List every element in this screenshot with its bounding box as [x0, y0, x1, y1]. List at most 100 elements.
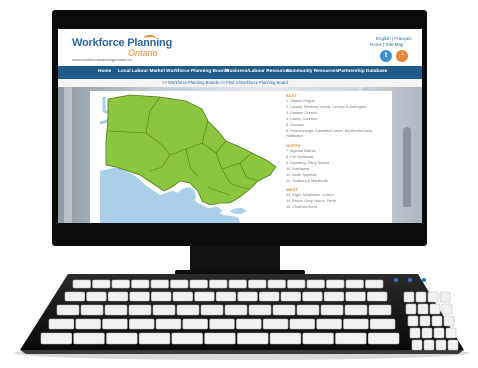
nav-item-community-resources[interactable]: Community Resources	[286, 69, 338, 74]
numpad-key[interactable]	[411, 339, 423, 351]
numpad-key[interactable]	[441, 303, 453, 315]
keyboard-key[interactable]	[182, 318, 208, 330]
board-link[interactable]: 8. Far Northeast	[286, 155, 313, 159]
board-link[interactable]: 12. Sudbury & Manitoulin	[286, 179, 328, 183]
keyboard-key[interactable]	[129, 291, 150, 302]
numpad-key[interactable]	[407, 315, 419, 327]
keyboard-key[interactable]	[289, 318, 315, 330]
board-link[interactable]: 9. Nipissing, Parry Sound	[286, 161, 329, 165]
keyboard-key[interactable]	[248, 304, 272, 316]
ontario-map[interactable]	[90, 91, 282, 223]
numpad-key[interactable]	[417, 303, 429, 315]
keyboard-key[interactable]	[48, 318, 75, 330]
numpad-key[interactable]	[421, 327, 433, 339]
numpad-key[interactable]	[433, 327, 445, 339]
numpad-key[interactable]	[423, 339, 435, 351]
board-link[interactable]: 6. Peterborough, Kawartha Lakes, Northum…	[286, 129, 390, 139]
numpad-key[interactable]	[419, 315, 431, 327]
board-link[interactable]: 4. Lakes, Counties	[286, 117, 317, 121]
language-links[interactable]: English | Français	[376, 36, 412, 41]
keyboard-key[interactable]	[73, 332, 105, 345]
keyboard-key[interactable]	[102, 318, 128, 330]
keyboard-key[interactable]	[236, 318, 262, 330]
board-link[interactable]: 7. Algoma District	[286, 149, 316, 153]
keyboard-key[interactable]	[262, 318, 289, 330]
rss-icon[interactable]: ◔	[396, 50, 408, 62]
keyboard-key[interactable]	[302, 291, 323, 302]
board-link[interactable]: 13. Elgin, Middlesex, Oxford	[286, 193, 333, 197]
keyboard-key[interactable]	[200, 304, 224, 316]
board-link[interactable]: 14. Bruce, Grey, Huron, Perth	[286, 199, 336, 203]
keyboard-key[interactable]	[272, 304, 296, 316]
keyboard-key[interactable]	[369, 318, 396, 330]
keyboard-key[interactable]	[224, 304, 248, 316]
keyboard-key[interactable]	[194, 291, 215, 302]
keyboard-key[interactable]	[306, 279, 325, 289]
keyboard-key[interactable]	[56, 304, 80, 316]
keyboard-key[interactable]	[75, 318, 101, 330]
keyboard-key[interactable]	[92, 279, 111, 289]
board-link[interactable]: 10. Northwest	[286, 167, 309, 171]
utility-links[interactable]: Home | Site Map	[370, 42, 403, 47]
twitter-icon[interactable]: t	[380, 50, 392, 62]
keyboard-key[interactable]	[280, 291, 301, 302]
numpad-key[interactable]	[403, 291, 415, 303]
keyboard-key[interactable]	[152, 304, 176, 316]
numpad-key[interactable]	[431, 315, 443, 327]
keyboard-key[interactable]	[287, 279, 306, 289]
keyboard-key[interactable]	[316, 318, 342, 330]
keyboard-key[interactable]	[320, 304, 344, 316]
board-link[interactable]: 5. Durham	[286, 123, 304, 127]
breadcrumb[interactable]: >> Workforce Planning Boards >> Find a W…	[162, 80, 288, 85]
keyboard-key[interactable]	[335, 332, 367, 345]
keyboard-key[interactable]	[104, 304, 128, 316]
keyboard-key[interactable]	[237, 291, 258, 302]
keyboard-key[interactable]	[367, 291, 388, 302]
keyboard-key[interactable]	[345, 291, 366, 302]
board-link[interactable]: 2. Lanark, Renfrew, Leeds, Lennox & Addi…	[286, 105, 366, 109]
nav-item-partnership-database[interactable]: Partnership Database	[338, 69, 387, 74]
keyboard-key[interactable]	[209, 279, 228, 289]
board-link[interactable]: 15. Chatham-Kent	[286, 205, 317, 209]
numpad-key[interactable]	[409, 327, 421, 339]
keyboard-key[interactable]	[326, 279, 345, 289]
keyboard-key[interactable]	[131, 279, 150, 289]
nav-item-local-labour-market[interactable]: Local Labour Market	[118, 69, 165, 74]
numpad-key[interactable]	[443, 315, 455, 327]
numpad-key[interactable]	[405, 303, 417, 315]
keyboard-key[interactable]	[64, 291, 85, 302]
keyboard-key[interactable]	[170, 279, 189, 289]
keyboard-key[interactable]	[204, 332, 236, 345]
keyboard-key[interactable]	[259, 291, 280, 302]
nav-item-home[interactable]: Home	[98, 69, 111, 74]
keyboard-key[interactable]	[128, 304, 152, 316]
keyboard-key[interactable]	[155, 318, 182, 330]
nav-item-workforce-planning-boards[interactable]: Workforce Planning Boards	[166, 69, 229, 74]
keyboard-key[interactable]	[86, 291, 107, 302]
keyboard-key[interactable]	[176, 304, 200, 316]
numpad-key[interactable]	[427, 291, 439, 303]
keyboard-key[interactable]	[368, 304, 392, 316]
keyboard-key[interactable]	[80, 304, 104, 316]
numpad-key[interactable]	[439, 291, 451, 303]
keyboard-key[interactable]	[129, 318, 155, 330]
keyboard-key[interactable]	[302, 332, 334, 345]
board-link[interactable]: 3. Eastern Ontario	[286, 111, 317, 115]
numpad-key[interactable]	[429, 303, 441, 315]
numpad-key[interactable]	[435, 339, 447, 351]
board-link[interactable]: 1. Ottawa Region	[286, 99, 315, 103]
keyboard-key[interactable]	[365, 279, 384, 289]
numpad-key[interactable]	[415, 291, 427, 303]
keyboard-key[interactable]	[296, 304, 320, 316]
keyboard-key[interactable]	[367, 332, 400, 345]
numpad-key[interactable]	[447, 339, 459, 351]
keyboard-key[interactable]	[269, 332, 302, 345]
keyboard-key[interactable]	[106, 332, 138, 345]
keyboard-key[interactable]	[40, 332, 73, 345]
keyboard-key[interactable]	[150, 279, 169, 289]
board-link[interactable]: 11. North Superior	[286, 173, 317, 177]
keyboard-key[interactable]	[138, 332, 171, 345]
nav-item-business-labour-resources[interactable]: Business/Labour Resources	[226, 69, 291, 74]
keyboard-key[interactable]	[228, 279, 247, 289]
numpad-key[interactable]	[445, 327, 457, 339]
